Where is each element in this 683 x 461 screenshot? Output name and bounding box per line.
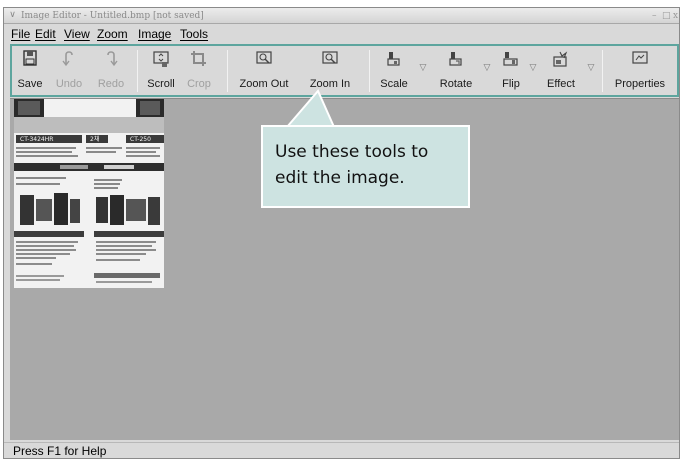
effect-dropdown-icon[interactable]: ▽ [586,63,596,73]
minimize-icon[interactable]: – [652,10,657,22]
flip-icon [503,52,518,66]
scroll-label: Scroll [147,78,175,90]
zoom-in-icon [322,51,338,64]
scroll-icon [153,51,169,67]
redo-label: Redo [97,78,125,90]
crop-icon [191,51,206,66]
undo-label: Undo [55,78,83,90]
zoom-out-button[interactable]: Zoom Out [231,48,297,94]
effect-label: Effect [547,78,575,90]
save-icon [23,50,37,66]
rotate-button[interactable]: Rotate [433,48,479,94]
redo-button[interactable]: Redo [91,48,131,94]
toolbar-separator [602,50,603,92]
close-icon[interactable]: x [673,10,678,22]
thumbnail-label: CT-3424HR [20,136,53,143]
image-editor-window: ∨ Image Editor - Untitled.bmp [not saved… [3,7,680,459]
menu-view[interactable]: View [64,27,90,41]
maximize-icon[interactable]: □ [662,10,671,22]
status-text: Press F1 for Help [13,444,107,458]
toolbar-separator [137,50,138,92]
zoom-out-icon [256,51,272,64]
window-menu-icon[interactable]: ∨ [7,10,18,21]
effect-icon [553,51,568,67]
crop-button[interactable]: Crop [183,48,215,94]
flip-dropdown-icon[interactable]: ▽ [528,63,538,73]
undo-button[interactable]: Undo [49,48,89,94]
zoom-out-label: Zoom Out [239,78,289,90]
properties-icon [632,51,648,64]
menu-zoom[interactable]: Zoom [97,27,128,41]
scale-dropdown-icon[interactable]: ▽ [418,63,428,73]
scale-label: Scale [380,78,408,90]
save-label: Save [17,78,43,90]
properties-label: Properties [614,78,666,90]
callout-text: Use these tools to edit the image. [275,142,429,188]
rotate-dropdown-icon[interactable]: ▽ [482,63,492,73]
menu-image[interactable]: Image [138,27,171,41]
menu-bar: File Edit View Zoom Image Tools [4,25,679,43]
title-bar[interactable]: ∨ Image Editor - Untitled.bmp [not saved… [4,8,679,24]
thumbnail-label: CT-250 [130,136,151,143]
document-image: CT-3424HR 2채 CT-250 [14,99,164,288]
thumbnail-label: 2채 [90,135,99,143]
properties-button[interactable]: Properties [610,48,670,94]
scale-icon [387,52,400,66]
image-thumbnail: CT-3424HR 2채 CT-250 [14,99,164,288]
flip-label: Flip [502,78,520,90]
zoom-in-label: Zoom In [309,78,351,90]
menu-tools[interactable]: Tools [180,27,208,41]
save-button[interactable]: Save [14,48,46,94]
crop-label: Crop [187,78,211,90]
status-bar: Press F1 for Help [4,442,679,458]
scale-button[interactable]: Scale [374,48,414,94]
toolbar-separator [227,50,228,92]
effect-button[interactable]: Effect [540,48,582,94]
toolbar: Save Undo Redo Scroll Crop Zoom Out Zoom… [10,44,679,97]
toolbar-separator [369,50,370,92]
redo-icon [107,51,118,67]
flip-button[interactable]: Flip [496,48,526,94]
tooltip-callout: Use these tools to edit the image. [261,125,470,208]
scroll-button[interactable]: Scroll [143,48,179,94]
menu-file[interactable]: File [11,27,30,41]
rotate-icon [449,52,462,66]
rotate-label: Rotate [439,78,473,90]
undo-icon [62,51,73,67]
window-title: Image Editor - Untitled.bmp [not saved] [21,11,204,21]
zoom-in-button[interactable]: Zoom In [302,48,358,94]
menu-edit[interactable]: Edit [35,27,56,41]
